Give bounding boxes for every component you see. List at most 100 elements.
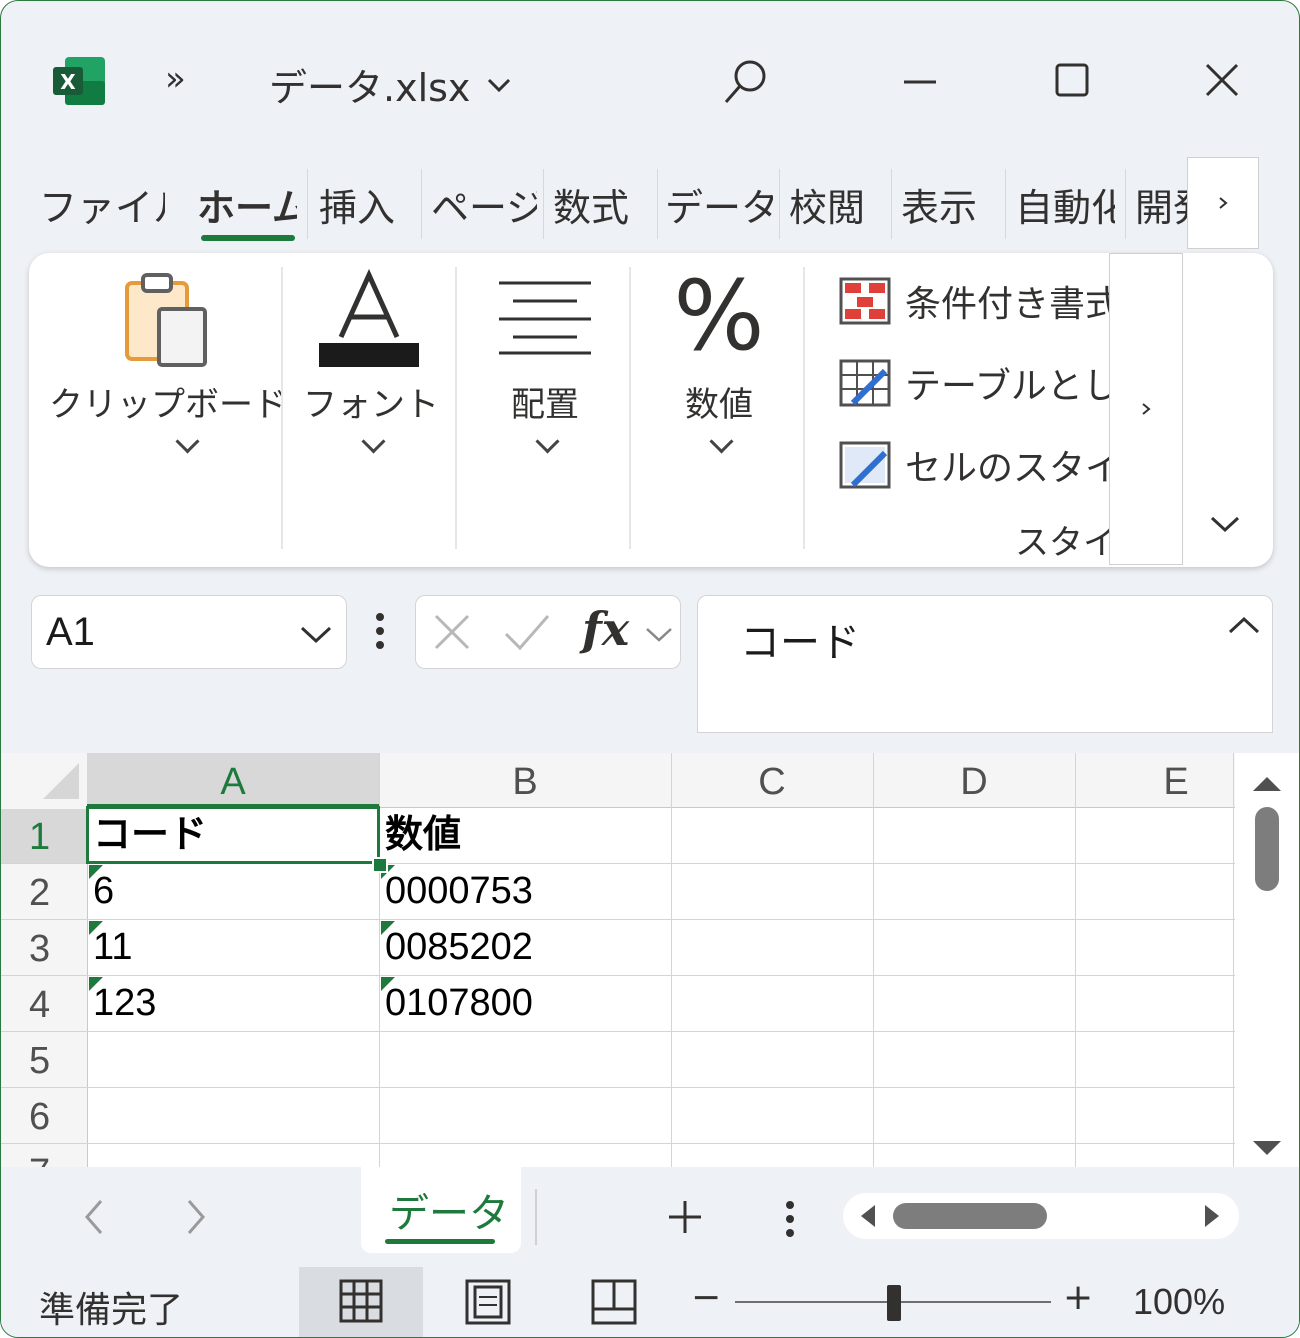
select-all-button[interactable] [1,753,87,807]
scroll-down-icon[interactable] [1241,1129,1293,1167]
file-name-title[interactable]: データ.xlsx [269,57,514,112]
error-indicator[interactable] [89,921,103,935]
alignment-group[interactable]: 配置 [465,253,625,553]
cell-b4[interactable]: 0107800 [379,975,671,1031]
clipboard-group[interactable]: クリップボード [49,253,289,553]
font-group[interactable]: フォント [291,253,451,553]
minimize-button[interactable] [895,57,945,107]
styles-group: 条件付き書式 テーブルとして書式設定 セルのスタイル スタイ [839,253,1109,567]
formula-input[interactable]: コード [697,595,1273,733]
row-header-7[interactable]: 7 [1,1145,87,1167]
tab-review[interactable]: 校閲 [789,177,885,233]
close-button[interactable] [1197,55,1247,105]
chevron-left-icon[interactable] [79,1197,109,1237]
row-header-3[interactable]: 3 [1,921,87,975]
chevron-down-icon [709,429,734,454]
tab-developer[interactable]: 開発 [1135,177,1187,233]
scroll-left-icon[interactable] [851,1193,881,1239]
tab-page-layout[interactable]: ページ [431,177,537,233]
chevron-right-icon [1219,197,1228,209]
vertical-scrollbar[interactable] [1241,753,1293,1167]
tabs-scroll-right-button[interactable] [1187,157,1259,249]
fill-handle[interactable] [372,857,388,873]
tab-data[interactable]: データ [665,177,773,233]
column-header-a[interactable]: A [87,753,379,807]
format-as-table-button[interactable]: テーブルとして書式設定 [839,355,1109,411]
number-group[interactable]: % 数値 [639,253,799,553]
sheet-tab-label: データ [389,1191,509,1237]
quick-access-more-button[interactable]: » [165,59,186,99]
row-header-4[interactable]: 4 [1,977,87,1031]
formula-content: コード [740,620,860,666]
file-name-label: データ.xlsx [269,66,471,110]
excel-app-icon[interactable]: X [51,55,107,107]
error-indicator[interactable] [89,977,103,991]
enter-check-icon[interactable] [502,612,552,652]
horizontal-scroll-thumb[interactable] [893,1203,1047,1229]
column-header-b[interactable]: B [379,753,671,807]
scroll-right-icon[interactable] [1199,1193,1229,1239]
format-as-table-label: テーブルとして書式設定 [905,366,1109,407]
column-header-c[interactable]: C [671,753,873,807]
clipboard-label: クリップボード [49,385,287,425]
cell-b2[interactable]: 0000753 [379,863,671,919]
cell-b1[interactable]: 数値 [379,807,671,863]
chevron-down-icon[interactable] [298,622,334,646]
number-label: 数値 [685,385,753,425]
scroll-up-icon[interactable] [1241,763,1293,803]
format-as-table-icon [839,359,891,407]
error-indicator[interactable] [89,865,103,879]
conditional-formatting-label: 条件付き書式 [905,284,1109,325]
cell-styles-button[interactable]: セルのスタイル [839,437,1109,493]
row-header-1[interactable]: 1 [1,809,87,863]
tab-view[interactable]: 表示 [901,177,997,233]
ribbon-expand-button[interactable] [1201,501,1249,547]
tab-automate[interactable]: 自動化 [1015,177,1115,233]
cell-a3[interactable]: 11 [87,919,379,975]
formula-bar-more-icon[interactable] [373,611,387,651]
cell-a4[interactable]: 123 [87,975,379,1031]
search-icon[interactable] [717,53,773,109]
vertical-scroll-thumb[interactable] [1255,807,1279,891]
tab-home[interactable]: ホーム [197,177,297,233]
chevron-down-icon [361,429,386,454]
cell-a2[interactable]: 6 [87,863,379,919]
conditional-formatting-button[interactable]: 条件付き書式 [839,273,1109,329]
zoom-in-button[interactable]: + [1063,1277,1093,1318]
alignment-label: 配置 [511,385,579,425]
chevron-up-icon[interactable] [1226,614,1262,638]
insert-function-button[interactable]: fx [582,602,629,656]
percent-icon: % [673,260,765,372]
sheet-options-icon[interactable] [783,1199,797,1239]
chevron-down-icon [175,429,200,454]
formula-actions: fx [415,595,681,669]
chevron-down-icon [488,78,511,92]
sheet-tab-data[interactable]: データ [361,1167,521,1253]
ribbon-scroll-right-button[interactable] [1109,253,1183,565]
chevron-right-icon[interactable] [181,1197,211,1237]
cancel-icon[interactable] [432,612,472,652]
zoom-slider-thumb[interactable] [887,1285,901,1321]
horizontal-scrollbar[interactable] [843,1193,1239,1239]
cell-b3[interactable]: 0085202 [379,919,671,975]
add-sheet-icon[interactable] [665,1197,705,1237]
tab-file[interactable]: ファイル [39,177,165,233]
tab-formulas[interactable]: 数式 [553,177,649,233]
tab-insert[interactable]: 挿入 [319,177,415,233]
page-layout-view-icon[interactable] [465,1279,511,1325]
chevron-down-icon[interactable] [644,624,674,644]
error-indicator[interactable] [381,977,395,991]
normal-view-button[interactable] [299,1267,423,1337]
row-header-6[interactable]: 6 [1,1089,87,1143]
row-header-2[interactable]: 2 [1,865,87,919]
row-header-5[interactable]: 5 [1,1033,87,1087]
zoom-out-button[interactable]: − [691,1277,721,1318]
error-indicator[interactable] [381,921,395,935]
status-ready: 準備完了 [39,1290,184,1331]
ribbon-panel: クリップボード フォント 配置 % 数値 条件付き書式 テーブルと セルのスタ … [29,253,1273,567]
column-header-d[interactable]: D [873,753,1075,807]
name-box[interactable]: A1 [31,595,347,669]
zoom-level[interactable]: 100% [1133,1281,1225,1323]
page-break-view-icon[interactable] [591,1279,637,1325]
maximize-button[interactable] [1047,55,1097,105]
